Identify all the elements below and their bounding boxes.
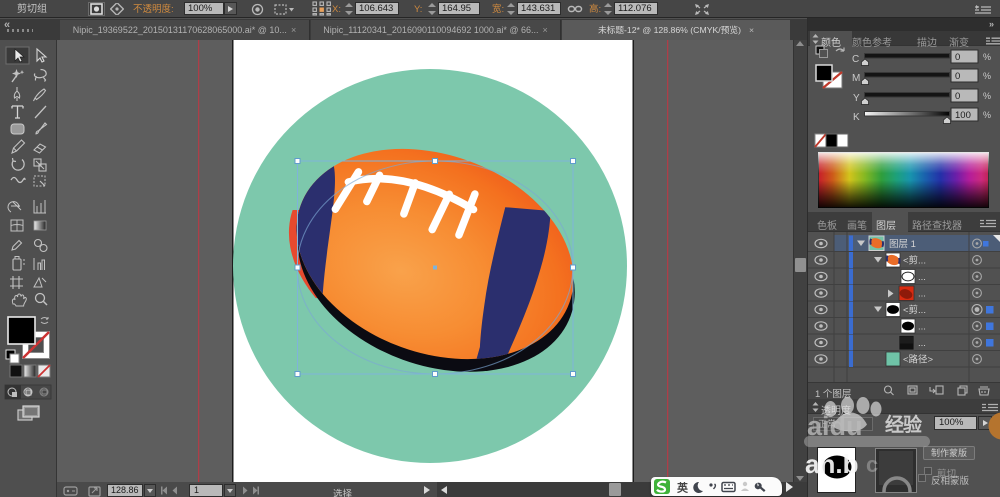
svg-text:K: K (853, 112, 860, 123)
svg-text:0: 0 (955, 91, 960, 102)
svg-text:...: ... (918, 272, 926, 283)
svg-text:%: % (983, 110, 991, 120)
svg-text:...: ... (918, 338, 926, 349)
svg-text:0: 0 (955, 52, 960, 63)
svg-text:0: 0 (955, 71, 960, 82)
svg-text:%: % (983, 91, 991, 101)
svg-text:C: C (852, 54, 859, 65)
svg-text:%: % (983, 52, 991, 62)
svg-text:<路径>: <路径> (903, 354, 934, 366)
svg-text:<剪...: <剪... (903, 255, 926, 267)
svg-text:Y: Y (853, 93, 860, 104)
svg-text:...: ... (918, 322, 926, 333)
svg-text:<剪...: <剪... (903, 304, 926, 316)
svg-text:图层 1: 图层 1 (889, 239, 916, 250)
svg-text:%: % (983, 71, 991, 81)
svg-text:M: M (852, 73, 860, 84)
svg-text:100: 100 (955, 110, 971, 121)
svg-text:...: ... (918, 289, 926, 300)
svg-text:英: 英 (676, 481, 689, 495)
